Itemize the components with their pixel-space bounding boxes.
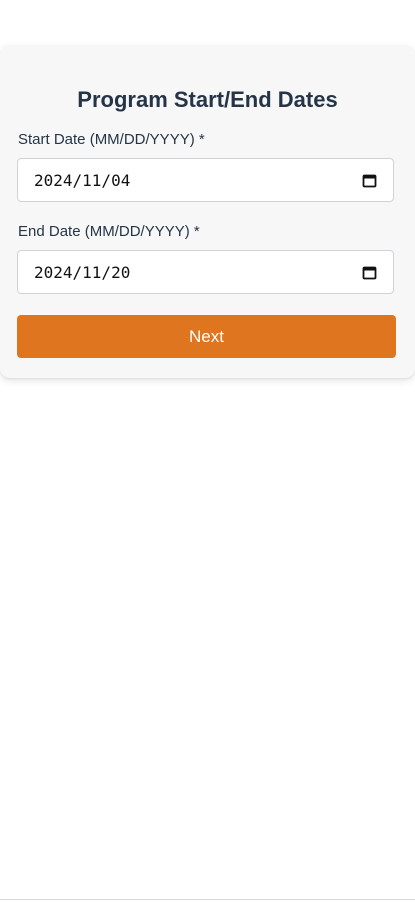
next-button[interactable]: Next	[17, 315, 396, 358]
end-date-input[interactable]: 2024/11/20	[17, 250, 394, 294]
page-title: Program Start/End Dates	[77, 87, 338, 112]
calendar-icon[interactable]	[362, 265, 377, 280]
end-date-label: End Date (MM/DD/YYYY) *	[18, 223, 200, 240]
start-date-label: Start Date (MM/DD/YYYY) *	[18, 131, 205, 148]
page: Program Start/End Dates Start Date (MM/D…	[0, 0, 415, 902]
end-date-value: 2024/11/20	[34, 263, 131, 282]
bottom-divider	[0, 899, 415, 900]
start-date-input[interactable]: 2024/11/04	[17, 158, 394, 202]
calendar-icon[interactable]	[362, 173, 377, 188]
start-date-value: 2024/11/04	[34, 171, 131, 190]
